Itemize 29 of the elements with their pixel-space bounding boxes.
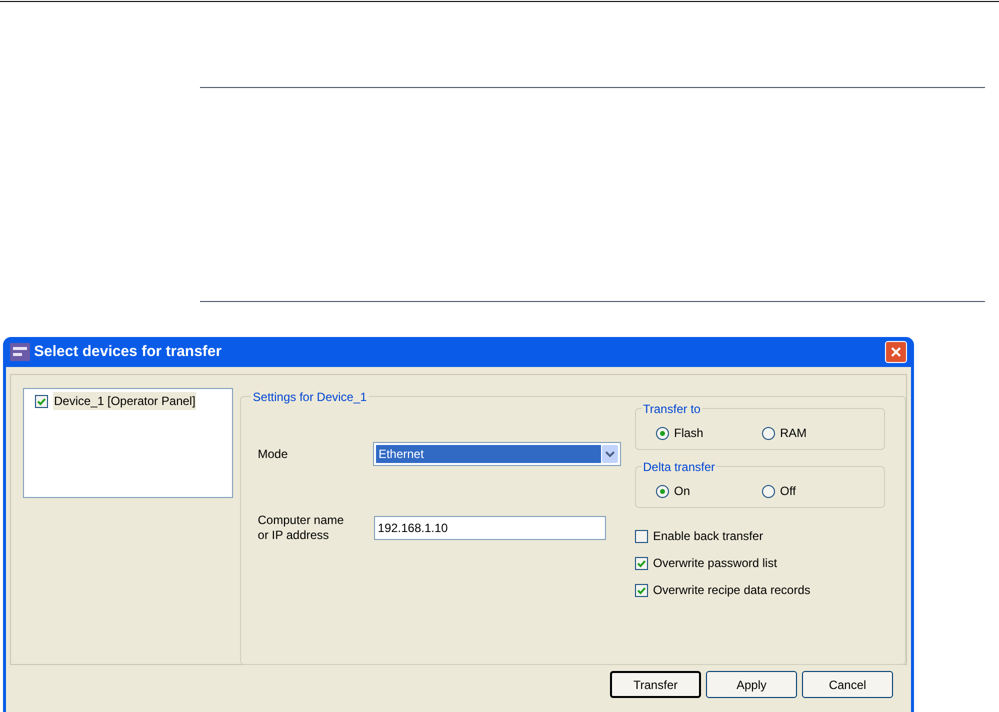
window-title: Select devices for transfer — [34, 342, 222, 362]
dropdown-value: Ethernet — [376, 445, 601, 463]
checkbox-label: Overwrite recipe data records — [653, 582, 810, 599]
device-list[interactable]: Device_1 [Operator Panel] — [23, 388, 233, 498]
selected-radio-button[interactable] — [656, 484, 669, 498]
address-label: Computer name or IP address — [258, 513, 345, 543]
checked-checkbox[interactable] — [635, 584, 648, 596]
mode-dropdown[interactable]: Ethernet — [373, 442, 621, 466]
checkbox[interactable] — [635, 530, 648, 542]
checkbox-label: Overwrite password list — [653, 555, 778, 572]
radio-label: Flash — [674, 425, 704, 442]
radio-button[interactable] — [762, 426, 775, 440]
selected-radio-button[interactable] — [656, 426, 669, 440]
checkbox-label: Enable back transfer — [653, 528, 764, 545]
mode-label: Mode — [258, 446, 289, 463]
radio-label: Off — [780, 483, 796, 500]
close-icon — [890, 346, 902, 358]
radio-label: RAM — [780, 425, 807, 442]
radio-label: On — [674, 483, 690, 500]
app-icon — [10, 343, 30, 361]
address-field[interactable]: 192.168.1.10 — [374, 516, 606, 540]
dialog-button[interactable]: Transfer — [610, 671, 701, 698]
dialog-button[interactable]: Apply — [706, 671, 797, 698]
checked-checkbox[interactable] — [635, 556, 648, 570]
radio-button[interactable] — [762, 484, 775, 498]
close-button[interactable] — [885, 341, 907, 363]
checked-checkbox[interactable] — [35, 394, 48, 408]
dialog-button[interactable]: Cancel — [802, 671, 893, 698]
device-item[interactable]: Device_1 [Operator Panel] — [53, 392, 196, 410]
